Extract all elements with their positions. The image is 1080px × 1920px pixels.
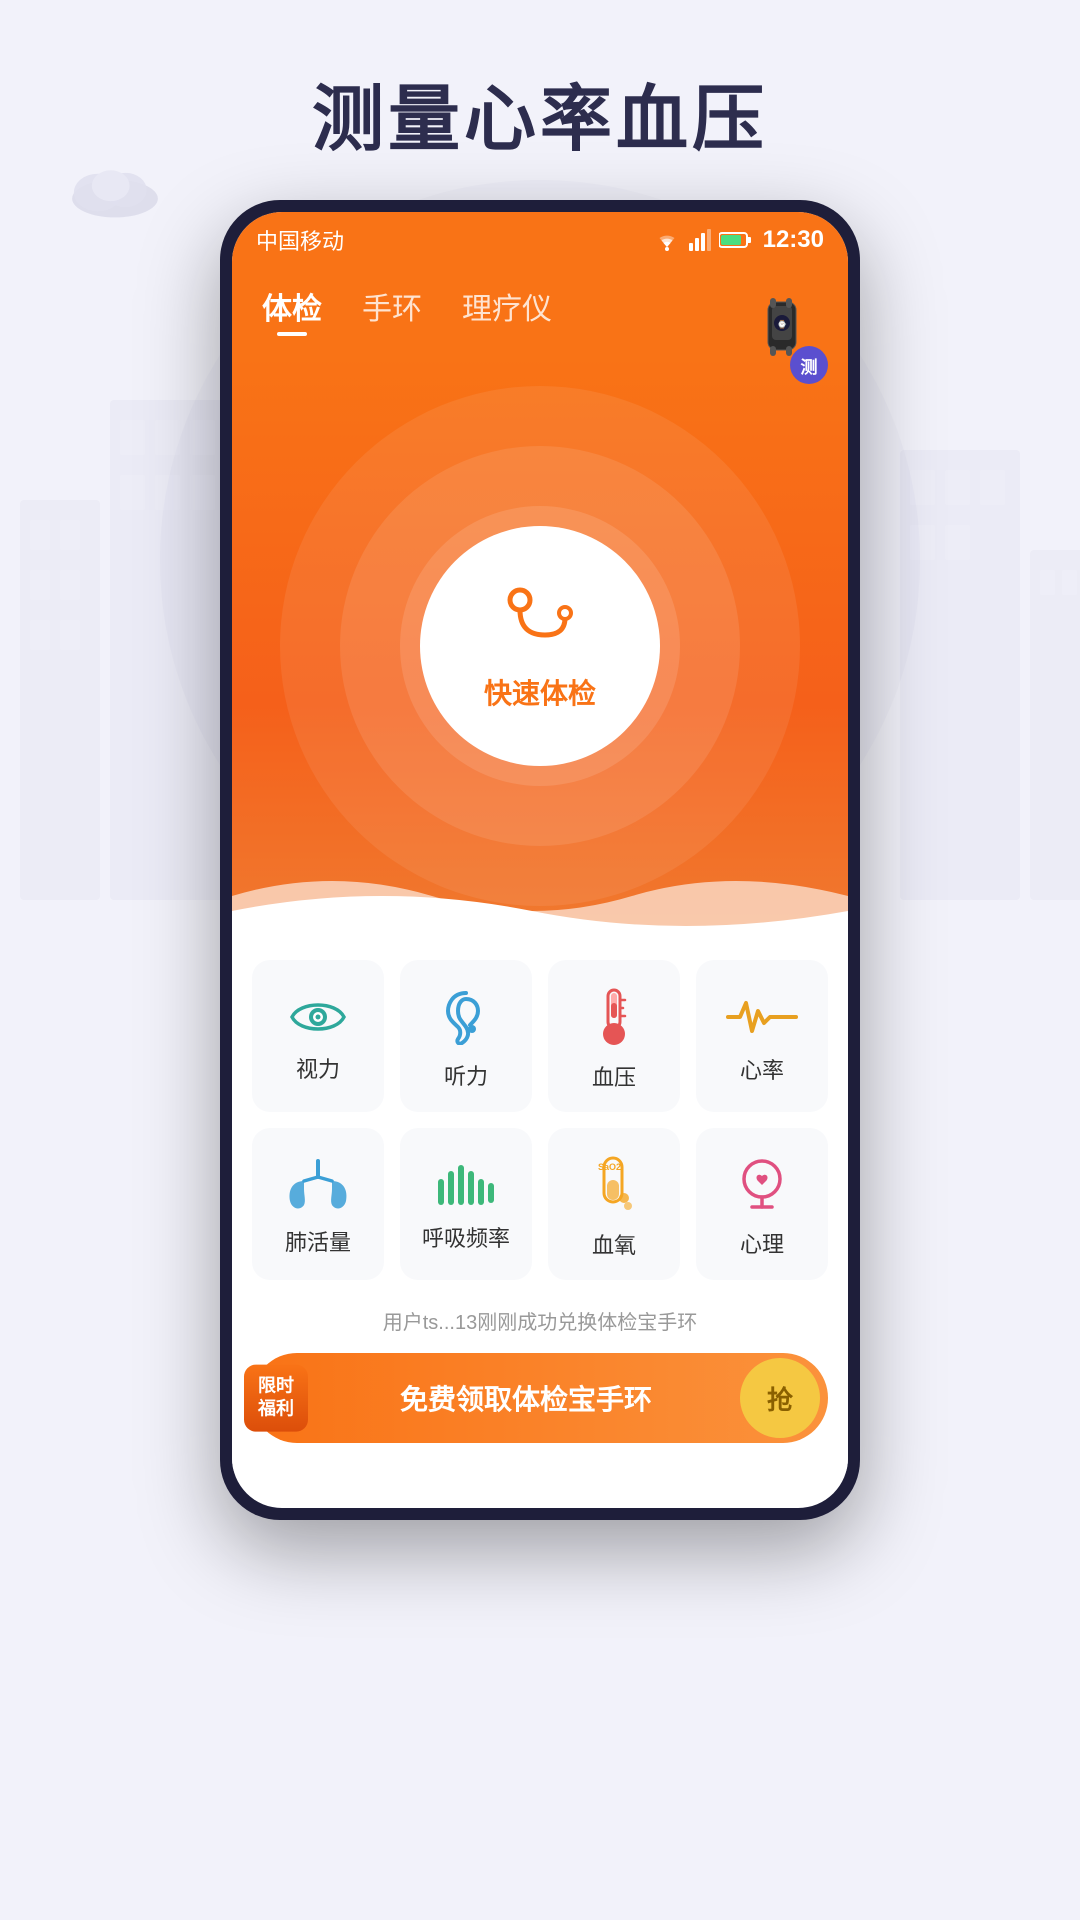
bp-label: 血压 bbox=[592, 1060, 636, 1092]
banner-badge-line1: 限时 bbox=[258, 1375, 294, 1398]
bp-item[interactable]: 血压 bbox=[548, 960, 680, 1112]
lung-item[interactable]: 肺活量 bbox=[252, 1128, 384, 1280]
svg-text:⌚: ⌚ bbox=[777, 319, 787, 329]
hearing-item[interactable]: 听力 bbox=[400, 960, 532, 1112]
oxygen-icon: SaO2 bbox=[590, 1156, 638, 1214]
watch-badge-label: 测 bbox=[790, 346, 828, 384]
notification-bar: 用户ts...13刚刚成功兑换体检宝手环 bbox=[232, 1296, 848, 1345]
vision-item[interactable]: 视力 bbox=[252, 960, 384, 1112]
status-icons bbox=[653, 229, 753, 251]
breath-label: 呼吸频率 bbox=[422, 1221, 510, 1253]
cloud-icon bbox=[60, 160, 170, 220]
status-right: 12:30 bbox=[653, 226, 824, 254]
eye-icon bbox=[290, 996, 346, 1038]
orange-area: 快速体检 bbox=[232, 356, 848, 936]
wave-decoration bbox=[232, 856, 848, 936]
phone-screen: 中国移动 bbox=[232, 212, 848, 1508]
mental-item[interactable]: 心理 bbox=[696, 1128, 828, 1280]
wifi-icon bbox=[653, 229, 681, 251]
banner-badge: 限时 福利 bbox=[244, 1365, 308, 1432]
status-time: 12:30 bbox=[763, 226, 824, 254]
svg-text:SaO2: SaO2 bbox=[598, 1162, 621, 1172]
phone-frame: 中国移动 bbox=[220, 200, 860, 1520]
center-circle-label: 快速体检 bbox=[484, 672, 596, 712]
page-title: 测量心率血压 bbox=[0, 60, 1080, 165]
mental-label: 心理 bbox=[740, 1227, 784, 1259]
tab-bracelet[interactable]: 手环 bbox=[362, 284, 422, 336]
status-bar: 中国移动 bbox=[232, 212, 848, 268]
battery-icon bbox=[719, 231, 753, 249]
signal-icon bbox=[689, 229, 711, 251]
carrier-label: 中国移动 bbox=[256, 224, 344, 256]
stethoscope-icon bbox=[500, 580, 580, 660]
banner-badge-line2: 福利 bbox=[258, 1398, 294, 1421]
health-grid: 视力 听力 bbox=[232, 936, 848, 1296]
thermometer-icon bbox=[597, 988, 631, 1046]
oxygen-item[interactable]: SaO2 血氧 bbox=[548, 1128, 680, 1280]
lungs-icon bbox=[286, 1159, 350, 1211]
vision-label: 视力 bbox=[296, 1052, 340, 1084]
health-section: 视力 听力 bbox=[232, 936, 848, 1471]
heartrate-icon bbox=[726, 995, 798, 1039]
heartrate-item[interactable]: 心率 bbox=[696, 960, 828, 1112]
notification-text: 用户ts...13刚刚成功兑换体检宝手环 bbox=[383, 1312, 697, 1334]
ear-icon bbox=[444, 989, 488, 1045]
quick-checkup-button[interactable]: 快速体检 bbox=[420, 526, 660, 766]
banner-grab-button[interactable]: 抢 bbox=[740, 1358, 820, 1438]
nav-tabs: 体检 手环 理疗仪 ⌚ 测 bbox=[232, 268, 848, 356]
tab-therapy[interactable]: 理疗仪 bbox=[462, 284, 552, 336]
bottom-banner[interactable]: 限时 福利 免费领取体检宝手环 抢 bbox=[252, 1353, 828, 1443]
breath-item[interactable]: 呼吸频率 bbox=[400, 1128, 532, 1280]
watch-badge-container[interactable]: ⌚ 测 bbox=[748, 304, 828, 384]
banner-text: 免费领取体检宝手环 bbox=[252, 1378, 740, 1418]
lung-label: 肺活量 bbox=[285, 1225, 351, 1257]
hearing-label: 听力 bbox=[444, 1059, 488, 1091]
heartrate-label: 心率 bbox=[740, 1053, 784, 1085]
oxygen-label: 血氧 bbox=[592, 1228, 636, 1260]
tab-physical[interactable]: 体检 bbox=[262, 284, 322, 336]
brain-icon bbox=[736, 1157, 788, 1213]
waveform-icon bbox=[434, 1163, 498, 1207]
